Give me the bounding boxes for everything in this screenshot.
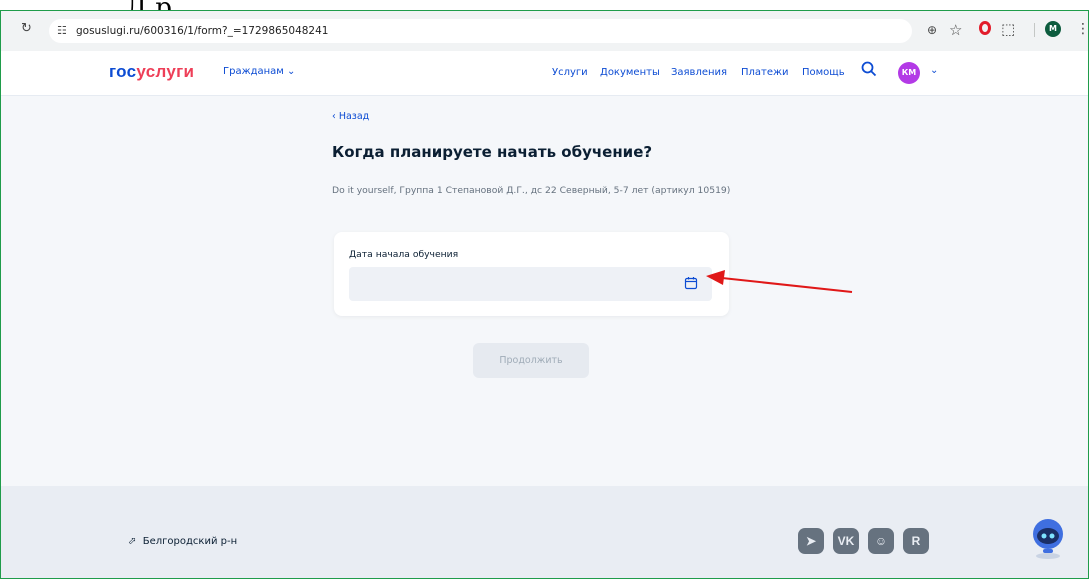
chevron-down-icon[interactable]: ⌄ bbox=[930, 65, 938, 76]
location-label: Белгородский р-н bbox=[142, 536, 238, 547]
logo-part-1: гос bbox=[109, 62, 137, 81]
location-link[interactable]: ⬀ Белгородский р-н bbox=[128, 536, 237, 547]
service-description: Do it yourself, Группа 1 Степановой Д.Г.… bbox=[332, 185, 731, 196]
browser-toolbar: ↻ ☷ gosuslugi.ru/600316/1/form?_=1729865… bbox=[1, 11, 1088, 51]
bookmark-star-icon[interactable]: ☆ bbox=[949, 21, 962, 39]
browser-menu-icon[interactable]: ⋮ bbox=[1076, 21, 1088, 37]
calendar-icon[interactable] bbox=[684, 275, 700, 291]
vk-icon[interactable]: VK bbox=[833, 528, 859, 554]
site-info-icon[interactable]: ☷ bbox=[57, 24, 67, 37]
url-text[interactable]: gosuslugi.ru/600316/1/form?_=17298650482… bbox=[76, 25, 328, 37]
profile-icon[interactable]: M bbox=[1045, 21, 1061, 37]
browser-window: ↻ ☷ gosuslugi.ru/600316/1/form?_=1729865… bbox=[0, 10, 1089, 579]
reload-icon[interactable]: ↻ bbox=[21, 21, 37, 37]
robot-assistant-icon[interactable] bbox=[1025, 514, 1071, 560]
site-footer: ⬀ Белгородский р-н ➤ VK ☺ R bbox=[1, 486, 1088, 578]
nav-services[interactable]: Услуги bbox=[552, 67, 588, 78]
location-arrow-icon: ⬀ bbox=[128, 536, 143, 547]
nav-applications[interactable]: Заявления bbox=[671, 67, 727, 78]
citizens-menu[interactable]: Гражданам ⌄ bbox=[223, 66, 295, 77]
start-date-label: Дата начала обучения bbox=[349, 249, 459, 260]
opera-extension-icon[interactable] bbox=[979, 21, 991, 35]
continue-button[interactable]: Продолжить bbox=[473, 343, 589, 378]
document-text-fragment: Д р bbox=[126, 0, 172, 10]
page-title: Когда планируете начать обучение? bbox=[332, 143, 653, 161]
zoom-icon[interactable]: ⊕ bbox=[927, 23, 937, 37]
gosuslugi-logo[interactable]: госуслуги bbox=[109, 62, 194, 82]
date-card: Дата начала обучения bbox=[334, 232, 729, 316]
search-icon[interactable] bbox=[861, 61, 877, 82]
main-content: ‹ Назад Когда планируете начать обучение… bbox=[1, 96, 1088, 486]
logo-part-2: услуги bbox=[136, 62, 195, 81]
start-date-input[interactable] bbox=[349, 267, 712, 301]
telegram-icon[interactable]: ➤ bbox=[798, 528, 824, 554]
rutube-icon[interactable]: R bbox=[903, 528, 929, 554]
back-link[interactable]: ‹ Назад bbox=[332, 111, 369, 122]
nav-payments[interactable]: Платежи bbox=[741, 67, 789, 78]
site-header: госуслуги Гражданам ⌄ Услуги Документы З… bbox=[1, 51, 1088, 96]
user-avatar[interactable]: КМ bbox=[898, 62, 920, 84]
toolbar-divider bbox=[1034, 23, 1035, 37]
nav-documents[interactable]: Документы bbox=[600, 67, 660, 78]
nav-help[interactable]: Помощь bbox=[802, 67, 845, 78]
extensions-icon[interactable]: ⬚ bbox=[1001, 20, 1015, 38]
odnoklassniki-icon[interactable]: ☺ bbox=[868, 528, 894, 554]
